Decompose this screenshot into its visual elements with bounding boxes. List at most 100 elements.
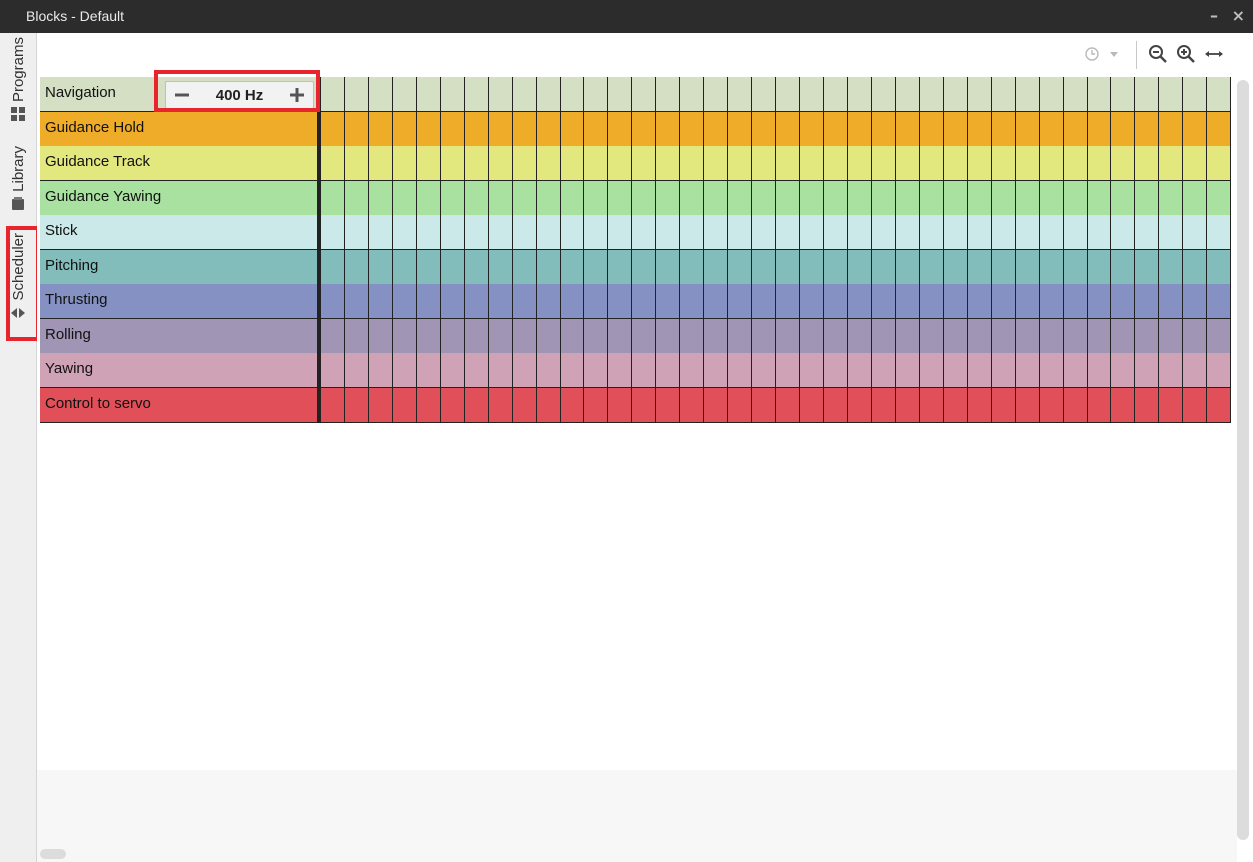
grid-cell[interactable] xyxy=(680,249,705,284)
grid-cell[interactable] xyxy=(489,77,513,111)
grid-cell[interactable] xyxy=(537,249,561,284)
grid-cell[interactable] xyxy=(632,318,657,353)
grid-cell[interactable] xyxy=(944,387,968,422)
grid-cell[interactable] xyxy=(561,180,585,215)
grid-cell[interactable] xyxy=(848,215,872,249)
clock-button[interactable] xyxy=(1081,43,1103,65)
grid-cell[interactable] xyxy=(584,180,609,215)
grid-cell[interactable] xyxy=(1111,77,1136,111)
grid-cell[interactable] xyxy=(1159,249,1184,284)
grid-cell[interactable] xyxy=(800,77,825,111)
grid-cell[interactable] xyxy=(1135,284,1160,318)
grid-cell[interactable] xyxy=(489,249,513,284)
grid-cell[interactable] xyxy=(752,215,777,249)
grid-cell[interactable] xyxy=(1040,284,1064,318)
grid-cell[interactable] xyxy=(632,180,657,215)
grid-cell[interactable] xyxy=(1040,77,1064,111)
grid-cell[interactable] xyxy=(537,77,561,111)
grid-cell[interactable] xyxy=(1088,353,1112,387)
grid-cell[interactable] xyxy=(537,146,561,180)
grid-cell[interactable] xyxy=(1207,318,1232,353)
grid-cell[interactable] xyxy=(417,387,441,422)
grid-cell[interactable] xyxy=(752,111,777,146)
grid-cell[interactable] xyxy=(1159,318,1184,353)
grid-cell[interactable] xyxy=(608,77,633,111)
grid-cell[interactable] xyxy=(393,215,417,249)
grid-cell[interactable] xyxy=(537,318,561,353)
grid-cell[interactable] xyxy=(369,353,393,387)
grid-cell[interactable] xyxy=(944,146,968,180)
grid-cell[interactable] xyxy=(561,146,585,180)
grid-cell[interactable] xyxy=(417,77,441,111)
grid-cell[interactable] xyxy=(1064,387,1088,422)
grid-cell[interactable] xyxy=(561,353,585,387)
grid-cell[interactable] xyxy=(417,318,441,353)
grid-cell[interactable] xyxy=(1183,111,1208,146)
grid-cell[interactable] xyxy=(465,215,489,249)
grid-cell[interactable] xyxy=(393,353,417,387)
grid-cell[interactable] xyxy=(896,387,920,422)
grid-cell[interactable] xyxy=(513,249,537,284)
grid-cell[interactable] xyxy=(992,77,1016,111)
grid-cell[interactable] xyxy=(920,318,944,353)
grid-cell[interactable] xyxy=(465,146,489,180)
grid-cell[interactable] xyxy=(992,180,1016,215)
grid-cell[interactable] xyxy=(944,77,968,111)
grid-cell[interactable] xyxy=(441,146,465,180)
grid-cell[interactable] xyxy=(393,387,417,422)
grid-cell[interactable] xyxy=(776,284,801,318)
zoom-out-button[interactable] xyxy=(1147,43,1169,65)
grid-cell[interactable] xyxy=(369,77,393,111)
grid-cell[interactable] xyxy=(1183,387,1208,422)
grid-cell[interactable] xyxy=(896,77,920,111)
scheduler-row[interactable]: Pitching xyxy=(40,249,1232,285)
grid-cell[interactable] xyxy=(584,146,609,180)
grid-cell[interactable] xyxy=(944,180,968,215)
grid-cell[interactable] xyxy=(1111,284,1136,318)
grid-cell[interactable] xyxy=(920,146,944,180)
grid-cell[interactable] xyxy=(1135,249,1160,284)
grid-cell[interactable] xyxy=(872,215,896,249)
grid-cell[interactable] xyxy=(537,284,561,318)
grid-cell[interactable] xyxy=(920,180,944,215)
grid-cell[interactable] xyxy=(824,249,848,284)
grid-cell[interactable] xyxy=(1064,318,1088,353)
grid-cell[interactable] xyxy=(417,353,441,387)
grid-cell[interactable] xyxy=(944,284,968,318)
grid-cell[interactable] xyxy=(417,215,441,249)
grid-cell[interactable] xyxy=(1207,180,1232,215)
grid-cell[interactable] xyxy=(632,353,657,387)
grid-cell[interactable] xyxy=(465,318,489,353)
grid-cell[interactable] xyxy=(992,318,1016,353)
grid-cell[interactable] xyxy=(369,146,393,180)
grid-cell[interactable] xyxy=(393,180,417,215)
grid-cell[interactable] xyxy=(992,146,1016,180)
grid-cell[interactable] xyxy=(872,284,896,318)
grid-cell[interactable] xyxy=(513,111,537,146)
grid-cell[interactable] xyxy=(369,215,393,249)
grid-cell[interactable] xyxy=(1207,111,1232,146)
grid-cell[interactable] xyxy=(992,387,1016,422)
grid-cell[interactable] xyxy=(752,284,777,318)
grid-cell[interactable] xyxy=(1183,318,1208,353)
grid-cell[interactable] xyxy=(584,249,609,284)
grid-cell[interactable] xyxy=(1111,111,1136,146)
vertical-scrollbar[interactable] xyxy=(1237,80,1249,840)
grid-cell[interactable] xyxy=(369,284,393,318)
grid-cell[interactable] xyxy=(321,353,345,387)
grid-cell[interactable] xyxy=(1040,146,1064,180)
grid-cell[interactable] xyxy=(345,111,369,146)
grid-cell[interactable] xyxy=(872,353,896,387)
grid-cell[interactable] xyxy=(728,318,753,353)
grid-cell[interactable] xyxy=(465,353,489,387)
grid-cell[interactable] xyxy=(1183,77,1208,111)
grid-cell[interactable] xyxy=(513,180,537,215)
grid-cell[interactable] xyxy=(345,77,369,111)
grid-cell[interactable] xyxy=(465,111,489,146)
grid-cell[interactable] xyxy=(417,284,441,318)
grid-cell[interactable] xyxy=(1207,249,1232,284)
grid-cell[interactable] xyxy=(608,353,633,387)
grid-cell[interactable] xyxy=(561,77,585,111)
fit-width-button[interactable] xyxy=(1203,43,1225,65)
grid-cell[interactable] xyxy=(608,146,633,180)
